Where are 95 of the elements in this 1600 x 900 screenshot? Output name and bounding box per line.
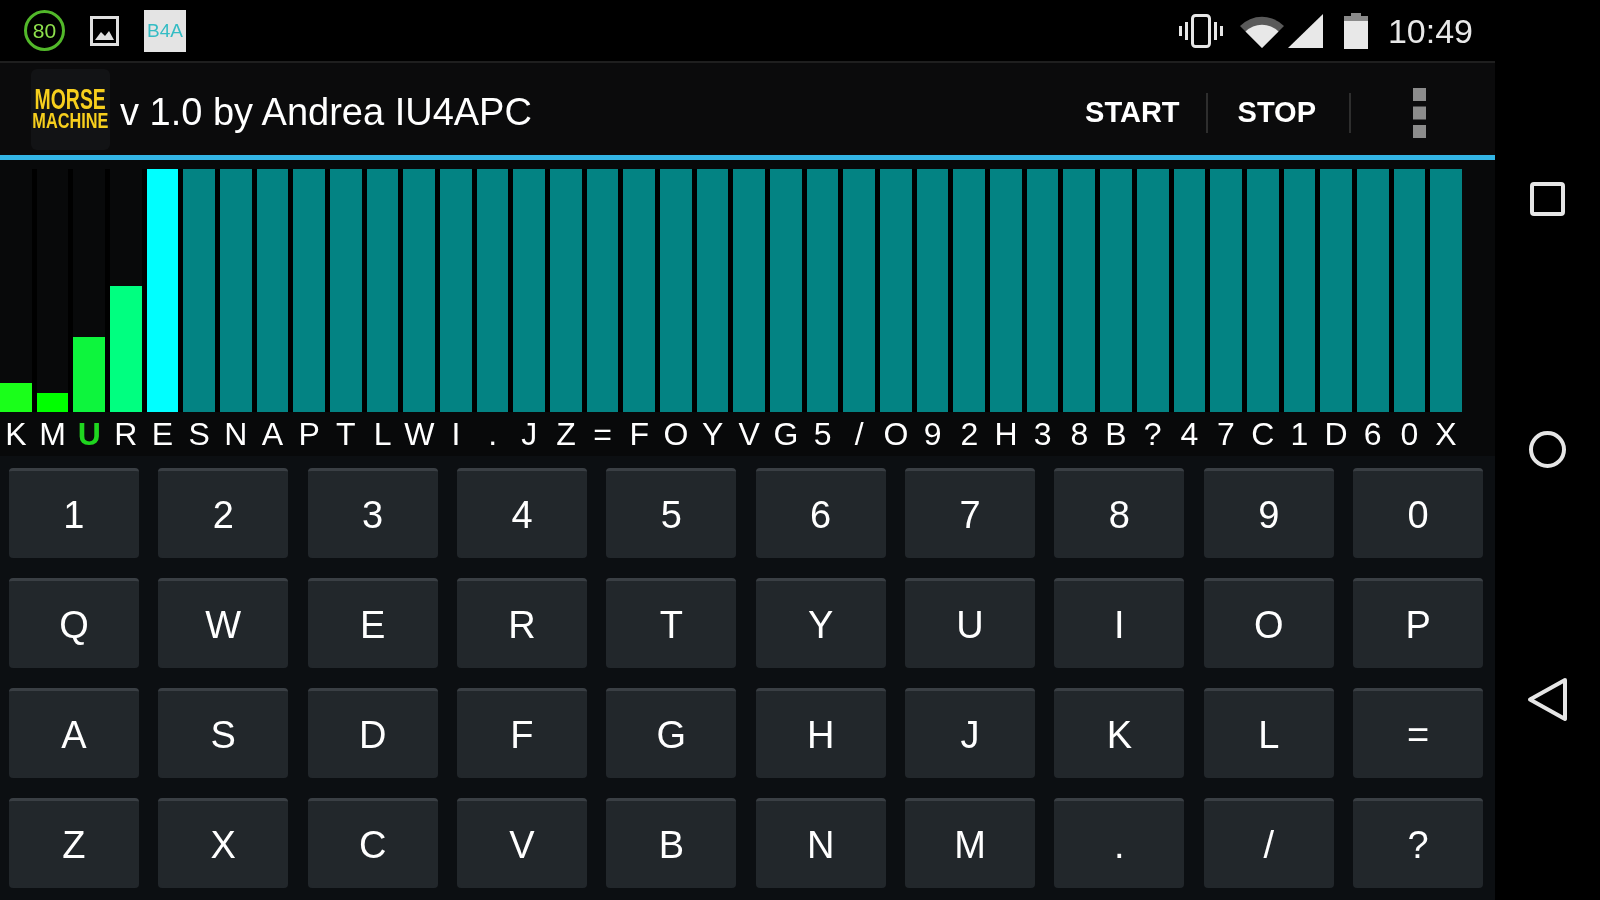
letter-label: ? bbox=[1143, 418, 1162, 450]
app-title: v 1.0 by Andrea IU4APC bbox=[120, 93, 532, 131]
letter-label: J bbox=[521, 418, 538, 450]
key-button[interactable]: L bbox=[1203, 688, 1334, 778]
letter-label: L bbox=[373, 418, 392, 450]
letter-label: = bbox=[593, 418, 612, 450]
letter-label: E bbox=[151, 418, 174, 450]
letter-label: F bbox=[629, 418, 650, 450]
key-button[interactable]: O bbox=[1203, 578, 1334, 668]
key-button[interactable]: Z bbox=[9, 798, 139, 888]
key-button[interactable]: A bbox=[9, 688, 139, 778]
app-logo: MORSE MACHINE bbox=[31, 68, 110, 150]
key-button[interactable]: W bbox=[158, 578, 289, 668]
key-button[interactable]: E bbox=[307, 578, 438, 668]
battery-icon bbox=[1343, 12, 1368, 49]
letter-label: W bbox=[404, 418, 435, 450]
key-button[interactable]: P bbox=[1353, 578, 1483, 668]
key-button[interactable]: V bbox=[457, 798, 587, 888]
back-icon[interactable] bbox=[1527, 677, 1568, 722]
letter-label: 5 bbox=[813, 418, 832, 450]
letter-label: 2 bbox=[960, 418, 979, 450]
key-button[interactable]: U bbox=[905, 578, 1035, 668]
key-button[interactable]: B bbox=[606, 798, 737, 888]
key-button[interactable]: R bbox=[457, 578, 587, 668]
signal-icon bbox=[1287, 13, 1323, 48]
key-button[interactable]: . bbox=[1054, 798, 1185, 888]
key-button[interactable]: 0 bbox=[1353, 468, 1483, 558]
letter-label: C bbox=[1251, 418, 1275, 450]
key-button[interactable]: S bbox=[158, 688, 289, 778]
circle-icon[interactable] bbox=[1529, 431, 1566, 468]
letter-label: A bbox=[261, 418, 284, 450]
action-button[interactable]: START bbox=[1061, 63, 1206, 155]
key-button[interactable]: C bbox=[307, 798, 438, 888]
letter-label: I bbox=[451, 418, 461, 450]
letter-label: Y bbox=[701, 418, 724, 450]
letter-label: 0 bbox=[1400, 418, 1419, 450]
letter-label: N bbox=[224, 418, 248, 450]
key-button[interactable]: 4 bbox=[457, 468, 587, 558]
key-button[interactable]: 9 bbox=[1203, 468, 1334, 558]
app-tile: B4A bbox=[144, 9, 186, 52]
key-button[interactable]: 5 bbox=[606, 468, 737, 558]
letter-label: . bbox=[488, 418, 497, 450]
action-button[interactable]: STOP bbox=[1207, 63, 1349, 155]
image-icon bbox=[90, 15, 119, 46]
key-button[interactable]: T bbox=[606, 578, 737, 668]
key-button[interactable]: N bbox=[755, 798, 886, 888]
key-button[interactable]: X bbox=[158, 798, 289, 888]
key-button[interactable]: = bbox=[1353, 688, 1483, 778]
letter-label: O bbox=[883, 418, 909, 450]
letter-label: S bbox=[188, 418, 210, 450]
letter-label: D bbox=[1324, 418, 1348, 450]
letter-label: Z bbox=[556, 418, 576, 450]
key-button[interactable]: 7 bbox=[905, 468, 1035, 558]
key-button[interactable]: Q bbox=[9, 578, 139, 668]
key-button[interactable]: K bbox=[1054, 688, 1185, 778]
key-button[interactable]: D bbox=[307, 688, 438, 778]
letter-label: P bbox=[298, 418, 320, 450]
letter-label: B bbox=[1105, 418, 1127, 450]
key-button[interactable]: I bbox=[1054, 578, 1185, 668]
clock-time: 10:49 bbox=[1387, 13, 1473, 48]
letter-label: 6 bbox=[1363, 418, 1382, 450]
letter-label: 9 bbox=[923, 418, 942, 450]
letter-label: G bbox=[773, 418, 799, 450]
key-button[interactable]: M bbox=[905, 798, 1035, 888]
number-ring: 80 bbox=[24, 10, 65, 51]
letter-label: 1 bbox=[1290, 418, 1309, 450]
letter-label: R bbox=[114, 418, 138, 450]
key-button[interactable]: H bbox=[755, 688, 886, 778]
letter-label: X bbox=[1435, 418, 1457, 450]
letter-label: 3 bbox=[1033, 418, 1052, 450]
letter-label: / bbox=[854, 418, 864, 450]
vibrate-icon bbox=[1177, 13, 1224, 48]
key-button[interactable]: ? bbox=[1353, 798, 1483, 888]
key-button[interactable]: G bbox=[606, 688, 737, 778]
letter-label: O bbox=[663, 418, 689, 450]
key-button[interactable]: / bbox=[1203, 798, 1334, 888]
key-button[interactable]: 8 bbox=[1054, 468, 1185, 558]
key-button[interactable]: F bbox=[457, 688, 587, 778]
key-button[interactable]: 6 bbox=[755, 468, 886, 558]
letter-label: K bbox=[5, 418, 27, 450]
letter-label: 4 bbox=[1180, 418, 1199, 450]
key-button[interactable]: Y bbox=[755, 578, 886, 668]
key-button[interactable]: 2 bbox=[158, 468, 289, 558]
key-button[interactable]: 3 bbox=[307, 468, 438, 558]
letter-label: H bbox=[994, 418, 1018, 450]
key-button[interactable]: 1 bbox=[9, 468, 139, 558]
letter-label: U bbox=[77, 418, 101, 450]
more-icon[interactable] bbox=[1413, 87, 1426, 138]
square-icon[interactable] bbox=[1530, 182, 1565, 216]
letter-label: T bbox=[336, 418, 356, 450]
letter-label: V bbox=[738, 418, 760, 450]
key-button[interactable]: J bbox=[905, 688, 1035, 778]
letter-label: 7 bbox=[1217, 418, 1235, 450]
letter-label: M bbox=[39, 418, 66, 450]
letter-label: 8 bbox=[1070, 418, 1089, 450]
